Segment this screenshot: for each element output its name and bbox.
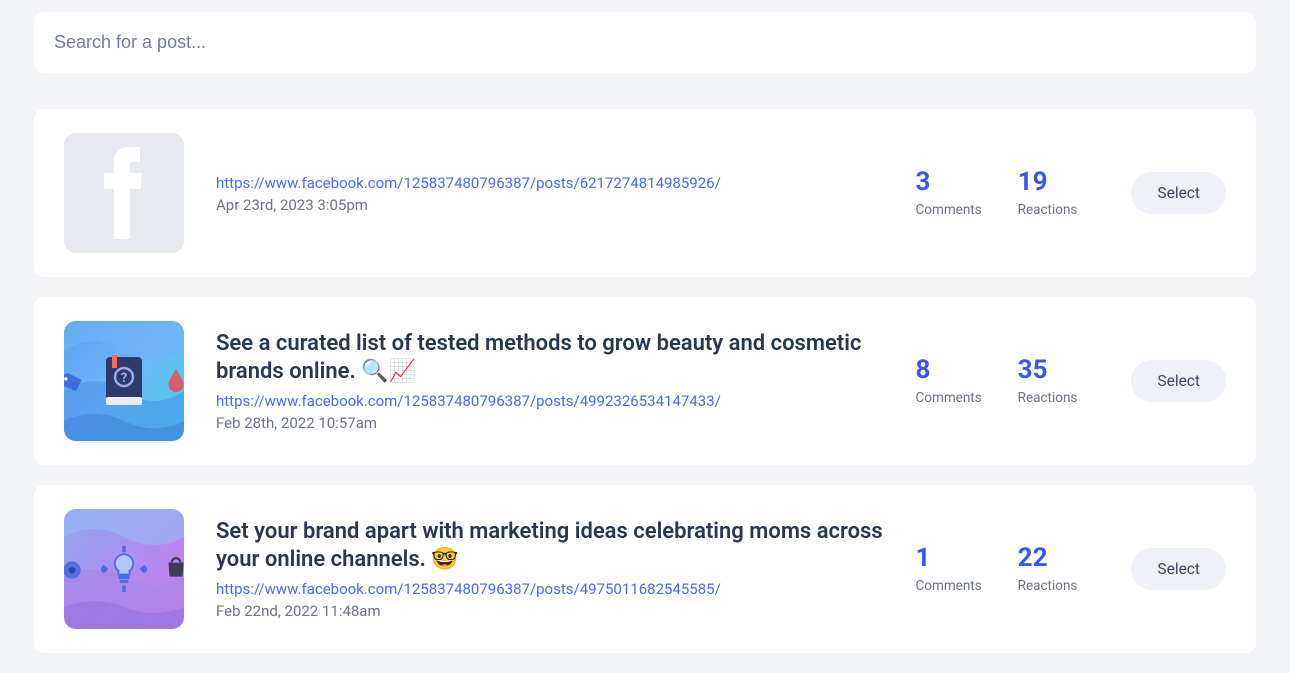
bag-icon: [163, 555, 184, 581]
post-info: https://www.facebook.com/125837480796387…: [184, 173, 916, 214]
post-date: Apr 23rd, 2023 3:05pm: [216, 196, 896, 214]
select-button[interactable]: Select: [1131, 172, 1226, 214]
reactions-label: Reactions: [1018, 390, 1078, 406]
drop-icon: [163, 367, 184, 393]
post-stats: 3 Comments 19 Reactions: [916, 168, 1078, 218]
comments-count: 8: [916, 356, 982, 386]
post-date: Feb 22nd, 2022 11:48am: [216, 602, 896, 620]
post-stats: 1 Comments 22 Reactions: [916, 544, 1078, 594]
stat-reactions: 19 Reactions: [1018, 168, 1078, 218]
lightbulb-icon: [100, 543, 148, 595]
post-card: https://www.facebook.com/125837480796387…: [34, 109, 1256, 277]
post-title: Set your brand apart with marketing idea…: [216, 518, 896, 573]
post-url-link[interactable]: https://www.facebook.com/125837480796387…: [216, 580, 721, 598]
select-button[interactable]: Select: [1131, 360, 1226, 402]
stat-comments: 1 Comments: [916, 544, 982, 594]
stat-comments: 8 Comments: [916, 356, 982, 406]
post-thumbnail: [64, 133, 184, 253]
search-container[interactable]: [34, 12, 1256, 73]
comments-label: Comments: [916, 578, 982, 594]
post-thumbnail: ?: [64, 321, 184, 441]
reactions-count: 19: [1018, 168, 1078, 198]
post-stats: 8 Comments 35 Reactions: [916, 356, 1078, 406]
stat-reactions: 35 Reactions: [1018, 356, 1078, 406]
search-input[interactable]: [54, 22, 1236, 63]
reactions-count: 35: [1018, 356, 1078, 386]
comments-count: 3: [916, 168, 982, 198]
comments-count: 1: [916, 544, 982, 574]
post-date: Feb 28th, 2022 10:57am: [216, 414, 896, 432]
post-info: Set your brand apart with marketing idea…: [184, 518, 916, 620]
reactions-label: Reactions: [1018, 202, 1078, 218]
stat-reactions: 22 Reactions: [1018, 544, 1078, 594]
comments-label: Comments: [916, 390, 982, 406]
post-url-link[interactable]: https://www.facebook.com/125837480796387…: [216, 174, 721, 192]
select-button[interactable]: Select: [1131, 548, 1226, 590]
stat-comments: 3 Comments: [916, 168, 982, 218]
svg-text:?: ?: [121, 371, 127, 386]
facebook-icon: [100, 145, 148, 241]
reactions-count: 22: [1018, 544, 1078, 574]
post-card: Set your brand apart with marketing idea…: [34, 485, 1256, 653]
post-url-link[interactable]: https://www.facebook.com/125837480796387…: [216, 392, 721, 410]
post-thumbnail: [64, 509, 184, 629]
post-title: See a curated list of tested methods to …: [216, 330, 896, 385]
comments-label: Comments: [916, 202, 982, 218]
post-card: ? See a curated list of tested methods t…: [34, 297, 1256, 465]
reactions-label: Reactions: [1018, 578, 1078, 594]
post-info: See a curated list of tested methods to …: [184, 330, 916, 432]
book-icon: ?: [100, 355, 148, 407]
